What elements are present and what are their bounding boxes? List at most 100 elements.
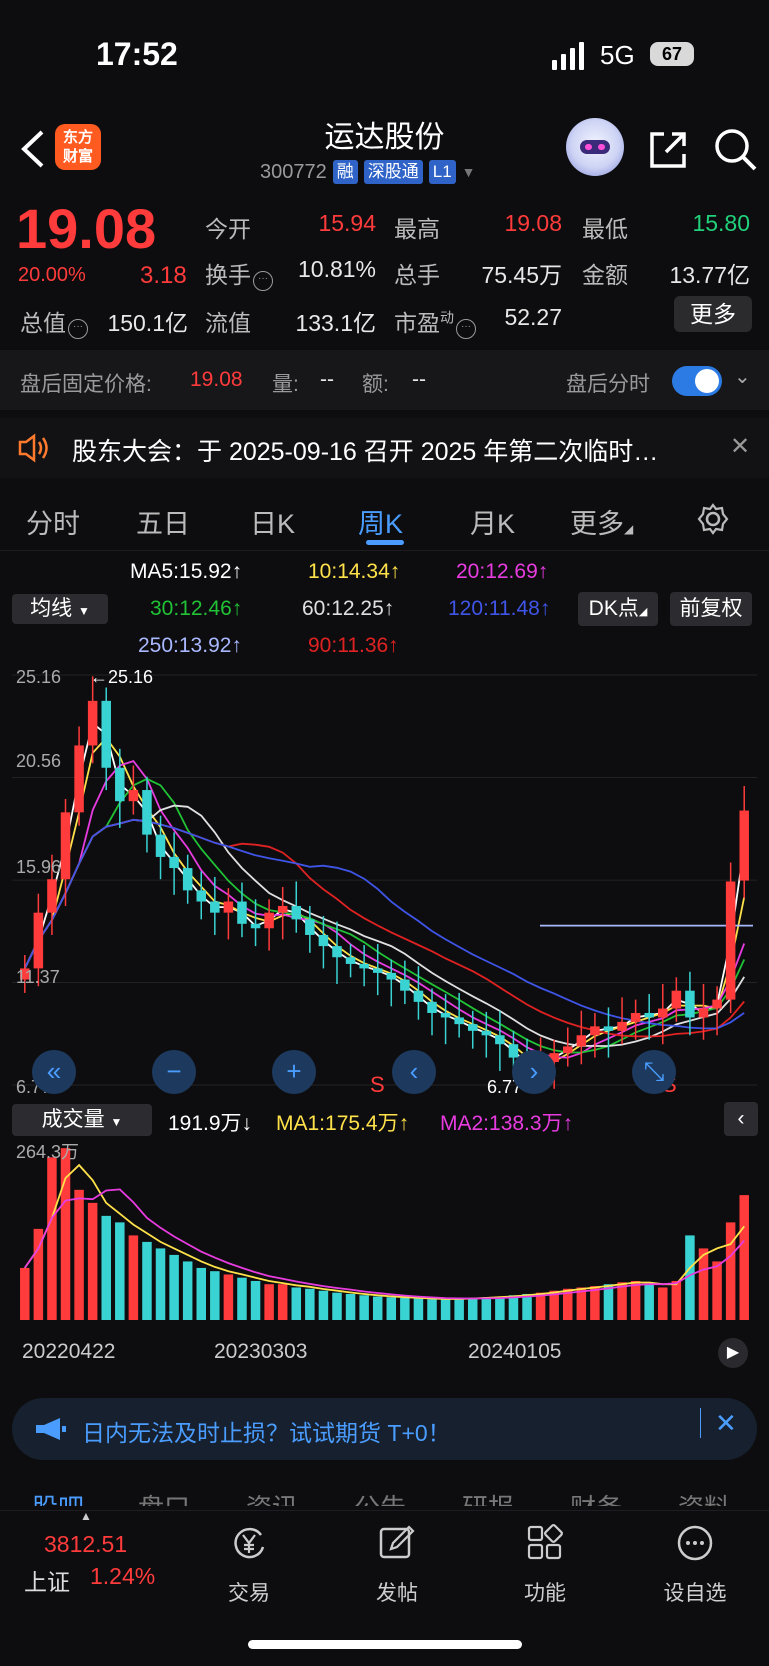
- volume-bar: [658, 1287, 668, 1320]
- ma-select[interactable]: 均线 ▼: [12, 594, 108, 624]
- volume-label: 总手: [394, 262, 440, 288]
- chevron-left-icon[interactable]: ‹: [724, 1102, 758, 1136]
- period-tabs: 分时 五日 日K 周K 月K 更多◢: [0, 490, 769, 551]
- volume-bar: [142, 1241, 152, 1320]
- chevron-down-icon[interactable]: ⌄: [734, 364, 751, 389]
- tab-five-day[interactable]: 五日: [136, 502, 190, 541]
- volume-bar: [712, 1261, 722, 1320]
- volume-bar: [630, 1280, 641, 1320]
- candle: [372, 968, 383, 973]
- assistant-robot-icon[interactable]: [566, 118, 624, 176]
- adjust-price-button[interactable]: 前复权: [670, 592, 752, 626]
- candle: [128, 790, 139, 802]
- turnover-value: 10.81%: [297, 256, 376, 282]
- tab-monthly-k[interactable]: 月K: [470, 502, 515, 541]
- candle: [345, 957, 356, 964]
- mcap-value: 150.1亿: [107, 310, 188, 336]
- home-indicator: [248, 1640, 522, 1649]
- play-icon[interactable]: ▶: [718, 1338, 748, 1368]
- close-icon[interactable]: ✕: [730, 432, 750, 461]
- subnav-news[interactable]: 资讯: [246, 1488, 298, 1506]
- candle: [359, 963, 369, 969]
- nav-functions[interactable]: 功能: [490, 1523, 600, 1607]
- change-amount: 3.18: [140, 262, 187, 289]
- volume-chart[interactable]: 264.3万: [12, 1140, 757, 1330]
- volume-bar: [535, 1292, 546, 1320]
- info-dots-icon[interactable]: ···: [68, 319, 88, 339]
- edit-icon: [379, 1525, 415, 1559]
- x-tick-label: 20230303: [214, 1340, 308, 1363]
- tab-more[interactable]: 更多◢: [570, 502, 633, 541]
- volume-bar: [467, 1297, 478, 1320]
- stock-code-row[interactable]: 300772 融 深股通 L1 ▼: [260, 160, 476, 184]
- subnav-pankou[interactable]: 盘口: [138, 1488, 190, 1506]
- candle: [291, 905, 302, 920]
- candle: [712, 999, 722, 1009]
- candle: [481, 1030, 492, 1036]
- subnav-research[interactable]: 研报: [462, 1488, 514, 1506]
- search-icon[interactable]: [712, 126, 758, 172]
- nav-add-watchlist[interactable]: 设自选: [640, 1523, 750, 1607]
- index-percent: 1.24%: [90, 1563, 156, 1589]
- volume-axis-max: 264.3万: [16, 1142, 79, 1162]
- megaphone-icon: [36, 1418, 66, 1440]
- nav-trade[interactable]: 交易: [194, 1523, 304, 1607]
- subnav-guba[interactable]: 股吧: [32, 1488, 84, 1506]
- after-hours-toggle[interactable]: [672, 366, 722, 396]
- volume-bar: [277, 1284, 288, 1320]
- zoom-in-button[interactable]: +: [272, 1050, 316, 1094]
- scroll-right-button[interactable]: ›: [512, 1050, 556, 1094]
- promo-banner[interactable]: 日内无法及时止损？试试期货 T+0！ ✕: [12, 1398, 757, 1460]
- fullscreen-button[interactable]: ⤡: [632, 1050, 676, 1094]
- info-dots-icon[interactable]: ···: [253, 271, 273, 291]
- after-hours-amt-label: 额:: [362, 373, 389, 396]
- candle: [617, 1021, 627, 1031]
- candle: [454, 1017, 464, 1025]
- volume-bar: [264, 1284, 274, 1320]
- tab-weekly-k[interactable]: 周K: [358, 502, 403, 541]
- signal-icon: [552, 42, 592, 70]
- close-icon[interactable]: ✕: [700, 1408, 737, 1438]
- subnav-profile[interactable]: 资料: [678, 1488, 730, 1506]
- tab-daily-k[interactable]: 日K: [250, 502, 295, 541]
- candle: [332, 946, 342, 958]
- settings-gear-icon[interactable]: [696, 502, 730, 536]
- candlestick-chart[interactable]: 25.16 20.56 15.96 11.37 6.77 ←25.16 6.77…: [12, 665, 757, 1097]
- volume-value: 75.45万: [481, 262, 562, 288]
- candle: [644, 1012, 654, 1018]
- open-label: 今开: [205, 216, 251, 242]
- notice-bar[interactable]: 股东大会：于 2025-09-16 召开 2025 年第二次临时… ✕: [0, 418, 769, 478]
- candle: [413, 990, 424, 1002]
- candle: [495, 1035, 505, 1045]
- more-button[interactable]: 更多: [674, 296, 752, 332]
- volume-bar: [413, 1298, 424, 1320]
- volume-bar: [386, 1297, 397, 1320]
- volume-bar: [359, 1295, 369, 1320]
- volume-value: 191.9万↓: [168, 1112, 253, 1135]
- zoom-out-button[interactable]: −: [152, 1050, 196, 1094]
- high-annotation: ←25.16: [90, 667, 153, 687]
- scroll-left-button[interactable]: ‹: [392, 1050, 436, 1094]
- dropdown-icon: ▼: [77, 604, 90, 618]
- nav-post[interactable]: 发帖: [342, 1523, 452, 1607]
- indicator-select[interactable]: 成交量 ▼: [12, 1104, 152, 1136]
- subnav-finance[interactable]: 财务: [570, 1488, 622, 1506]
- volume-bar: [427, 1299, 437, 1320]
- share-icon[interactable]: [646, 128, 690, 172]
- volume-bar: [101, 1215, 111, 1320]
- chevron-down-icon: ▼: [461, 164, 476, 180]
- subnav-announcements[interactable]: 公告: [354, 1488, 406, 1506]
- candle: [223, 901, 234, 913]
- candle: [277, 905, 288, 913]
- amount-value: 13.77亿: [669, 262, 750, 288]
- caret-up-icon: ▲: [80, 1509, 92, 1523]
- candle: [155, 834, 166, 857]
- fast-backward-button[interactable]: «: [32, 1050, 76, 1094]
- candle: [630, 1012, 641, 1022]
- volume-bar: [237, 1277, 247, 1320]
- pe-value: 52.27: [504, 304, 562, 330]
- info-dots-icon[interactable]: ···: [456, 319, 476, 339]
- dk-point-button[interactable]: DK点◢: [578, 592, 658, 626]
- volume-bar: [345, 1293, 356, 1320]
- tab-intraday[interactable]: 分时: [26, 502, 80, 541]
